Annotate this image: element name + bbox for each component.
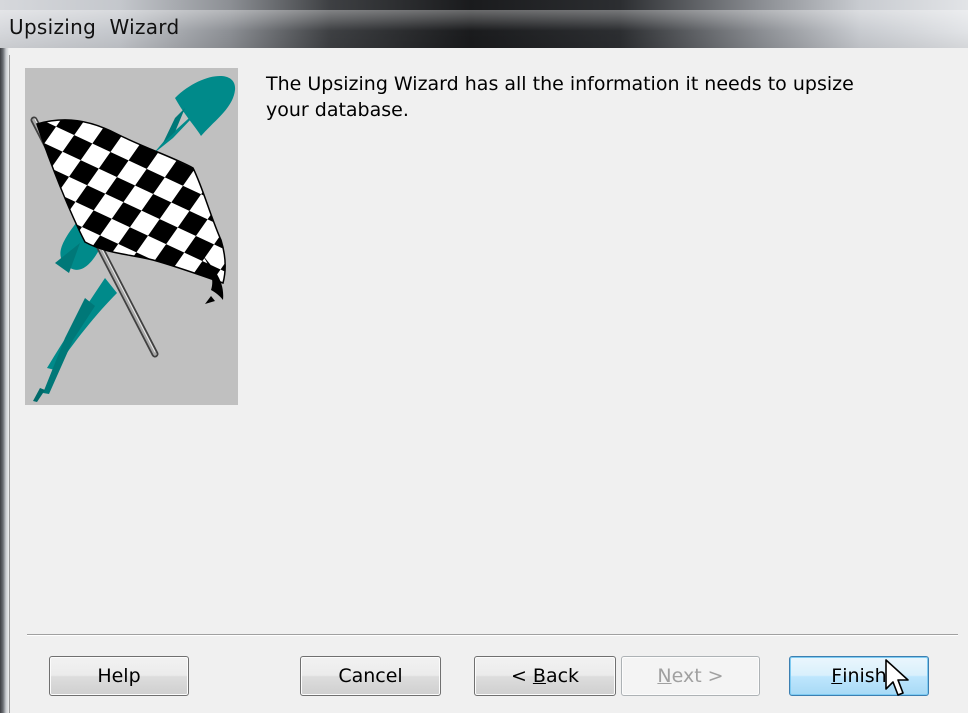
cancel-button-label: Cancel: [338, 665, 403, 687]
next-button[interactable]: Next >: [621, 656, 760, 696]
back-button-rest: ack: [545, 665, 580, 687]
wizard-message: The Upsizing Wizard has all the informat…: [266, 73, 854, 121]
back-button-prefix: <: [510, 665, 533, 687]
help-button-label: Help: [97, 665, 141, 687]
back-button-mnemonic: B: [532, 665, 546, 687]
wizard-picture: [25, 68, 238, 405]
title-bar[interactable]: Upsizing Wizard: [0, 0, 968, 48]
window-frame-left: [0, 48, 9, 713]
back-button[interactable]: < Back: [474, 656, 616, 696]
mouse-pointer-icon: [885, 659, 909, 696]
button-divider: [27, 634, 958, 635]
window-frame-edge: [9, 55, 10, 713]
next-button-mnemonic: N: [657, 665, 672, 687]
cancel-button[interactable]: Cancel: [300, 656, 441, 696]
checkered-flag-icon: [25, 68, 238, 405]
window-title: Upsizing Wizard: [9, 15, 180, 39]
finish-button-mnemonic: F: [831, 665, 843, 687]
help-button[interactable]: Help: [49, 656, 189, 696]
finish-button-rest: inish: [842, 665, 887, 687]
upsizing-wizard-window: Upsizing Wizard The Upsizing Wizard has …: [0, 0, 968, 713]
next-button-rest: ext >: [671, 665, 724, 687]
